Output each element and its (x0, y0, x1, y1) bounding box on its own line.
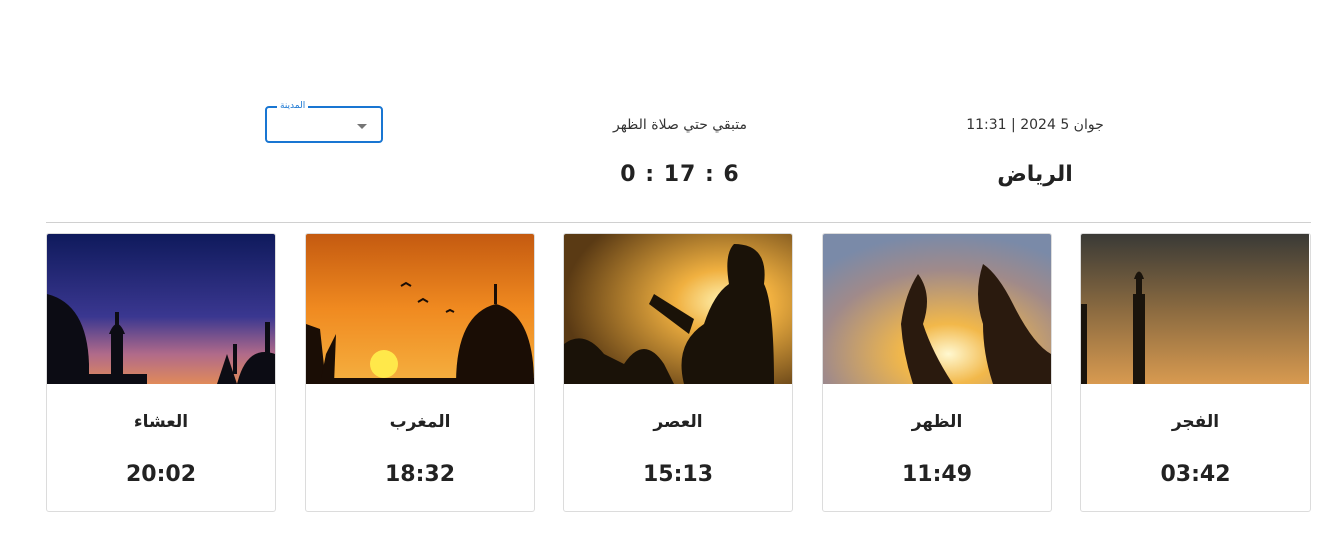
prayer-time: 03:42 (1160, 462, 1231, 487)
countdown-timer: 0 : 17 : 6 (620, 162, 740, 187)
fajr-image (1081, 234, 1309, 384)
divider (46, 222, 1311, 223)
chevron-down-icon[interactable] (357, 124, 367, 129)
prayer-card-asr: العصر 15:13 (563, 233, 793, 512)
prayer-name: الظهر (911, 412, 963, 432)
dhuhr-image (823, 234, 1051, 384)
city-select[interactable]: المدينة (265, 100, 383, 143)
city-title: الرياض (997, 162, 1073, 187)
prayer-name: المغرب (389, 412, 451, 432)
prayer-time: 20:02 (125, 462, 197, 487)
prayer-card-maghrib: المغرب 18:32 (305, 233, 535, 512)
asr-image (564, 234, 792, 384)
remaining-label: متبقي حتي صلاة الظهر (613, 117, 747, 133)
prayer-name: العصر (653, 412, 703, 432)
prayer-card-isha: العشاء 20:02 (46, 233, 276, 512)
prayer-time: 18:32 (384, 462, 456, 487)
prayer-name: العشاء (133, 412, 189, 432)
prayer-time: 11:49 (901, 462, 973, 487)
isha-image (47, 234, 275, 384)
prayer-card-dhuhr: الظهر 11:49 (822, 233, 1052, 512)
date-time-text: جوان 5 2024 | 11:31 (966, 117, 1104, 133)
prayer-time: 15:13 (642, 462, 714, 487)
city-select-label: المدينة (277, 100, 309, 112)
prayer-name: الفجر (1171, 412, 1220, 432)
maghrib-image (306, 234, 534, 384)
prayer-times-page: جوان 5 2024 | 11:31 الرياض متبقي حتي صلا… (0, 0, 1331, 535)
prayer-card-fajr: الفجر 03:42 (1080, 233, 1311, 512)
